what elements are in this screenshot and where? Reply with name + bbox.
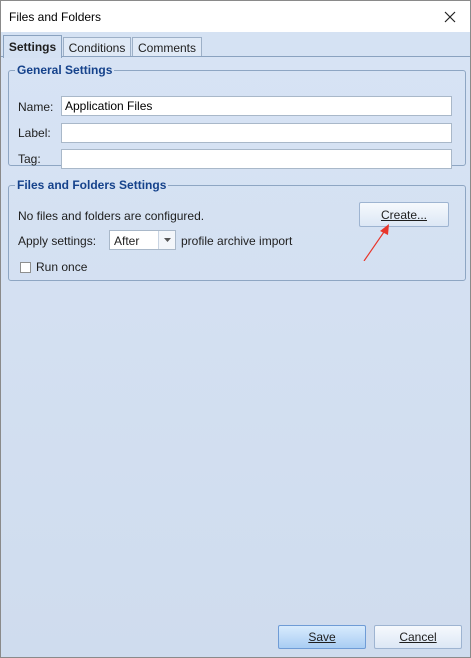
- files-and-folders-dialog: Files and Folders Settings Conditions Co…: [0, 0, 471, 658]
- run-once-checkbox[interactable]: [20, 262, 31, 273]
- label-field[interactable]: [61, 123, 452, 143]
- tab-conditions[interactable]: Conditions: [63, 37, 131, 57]
- apply-settings-suffix: profile archive import: [181, 234, 293, 248]
- files-folders-legend: Files and Folders Settings: [17, 178, 167, 192]
- tag-field[interactable]: [61, 149, 452, 169]
- dropdown-arrow[interactable]: [158, 231, 175, 249]
- tab-settings[interactable]: Settings: [3, 35, 62, 58]
- files-folders-settings-group: Files and Folders Settings No files and …: [8, 178, 466, 281]
- apply-settings-value: After: [114, 234, 140, 248]
- apply-settings-label: Apply settings:: [18, 234, 97, 248]
- save-button[interactable]: Save: [278, 625, 366, 649]
- name-label: Name:: [18, 100, 54, 114]
- tag-label: Tag:: [18, 152, 41, 166]
- cancel-button[interactable]: Cancel: [374, 625, 462, 649]
- tab-comments[interactable]: Comments: [132, 37, 202, 57]
- name-field[interactable]: [61, 96, 452, 116]
- close-icon: [444, 11, 456, 22]
- settings-panel: General Settings Name: Label: Tag: Files…: [1, 57, 470, 657]
- annotation-arrow: [363, 224, 389, 261]
- window-title: Files and Folders: [9, 10, 102, 24]
- close-button[interactable]: [430, 1, 470, 32]
- label-label: Label:: [18, 126, 51, 140]
- title-bar: Files and Folders: [1, 1, 470, 32]
- general-settings-legend: General Settings: [17, 63, 113, 77]
- apply-settings-select[interactable]: After: [109, 230, 176, 250]
- run-once-label[interactable]: Run once: [36, 260, 87, 274]
- general-settings-group: General Settings Name: Label: Tag:: [8, 63, 466, 169]
- tab-strip: Settings Conditions Comments: [1, 32, 470, 58]
- status-text: No files and folders are configured.: [18, 209, 205, 223]
- chevron-down-icon: [163, 238, 171, 242]
